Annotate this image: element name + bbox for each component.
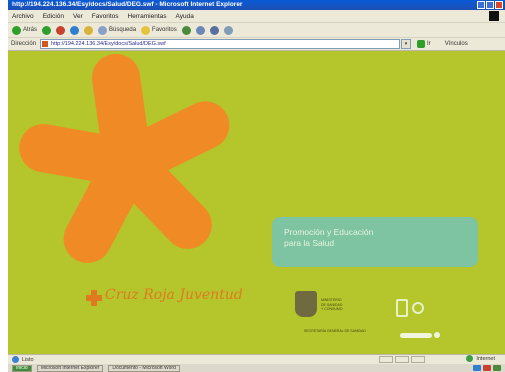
- status-bar: Listo Internet Inicio Microsoft Internet…: [8, 354, 505, 372]
- search-label: Búsqueda: [109, 27, 137, 33]
- edit-button[interactable]: [223, 25, 233, 35]
- volume-slider-track[interactable]: [400, 333, 432, 338]
- zone-text: Internet: [476, 355, 495, 362]
- window-title: http://194.224.136.34/Esy/docs/Salud/DEG…: [12, 1, 243, 8]
- favorites-star-icon: [141, 25, 151, 35]
- flash-content[interactable]: Promoción y Educación para la Salud Cruz…: [8, 51, 505, 354]
- menu-archivo[interactable]: Archivo: [12, 13, 34, 20]
- windows-logo-icon: [489, 11, 499, 21]
- go-label: Ir: [427, 41, 431, 47]
- phone-icon[interactable]: [396, 299, 408, 317]
- security-zone: Internet: [466, 355, 495, 362]
- favorites-label: Favoritos: [152, 27, 177, 33]
- status-left: Listo: [8, 356, 34, 363]
- menu-favoritos[interactable]: Favoritos: [92, 13, 119, 20]
- menu-ayuda[interactable]: Ayuda: [176, 13, 194, 20]
- menu-edicion[interactable]: Edición: [43, 13, 64, 20]
- back-arrow-icon: [12, 25, 21, 35]
- taskbar: Inicio Microsoft Internet Explorer Docum…: [8, 364, 505, 372]
- ministry-subtitle: SECRETARÍA GENERAL DE SANIDAD: [304, 329, 366, 333]
- promo-button[interactable]: Promoción y Educación para la Salud: [272, 217, 478, 267]
- globe-icon: [466, 355, 474, 362]
- refresh-button[interactable]: [70, 25, 80, 35]
- search-button[interactable]: Búsqueda: [98, 25, 137, 35]
- favorites-button[interactable]: Favoritos: [141, 25, 177, 35]
- standard-toolbar: Atrás Búsqueda Favoritos: [8, 22, 505, 37]
- orange-asterisk-graphic: [19, 53, 230, 263]
- search-icon: [98, 25, 108, 35]
- mail-button[interactable]: [195, 25, 205, 35]
- home-button[interactable]: [84, 25, 94, 35]
- stop-button[interactable]: [56, 25, 66, 35]
- maximize-button[interactable]: [486, 1, 494, 9]
- address-url: http://194.224.136.34/Esy/docs/Salud/DEG…: [51, 41, 166, 47]
- print-button[interactable]: [209, 25, 219, 35]
- go-button[interactable]: Ir: [417, 40, 431, 48]
- brand-logo-text: Cruz Roja Juventud: [105, 287, 243, 303]
- status-panes: [379, 356, 425, 363]
- ministry-name: MINISTERIO DE SANIDAD Y CONSUMO: [321, 298, 343, 311]
- address-label: Dirección: [11, 41, 37, 47]
- window-controls: [477, 1, 503, 9]
- back-label: Atrás: [23, 27, 38, 33]
- links-button[interactable]: Vínculos: [445, 41, 468, 47]
- menu-herramientas[interactable]: Herramientas: [128, 13, 167, 20]
- page-icon: [42, 41, 49, 47]
- go-arrow-icon: [417, 40, 426, 48]
- address-dropdown-button[interactable]: ▾: [401, 39, 412, 49]
- address-input[interactable]: http://194.224.136.34/Esy/docs/Salud/DEG…: [40, 39, 401, 49]
- back-button[interactable]: Atrás: [12, 25, 38, 35]
- close-button[interactable]: [495, 1, 503, 9]
- taskbar-item-word[interactable]: Documento - Microsoft Word: [108, 365, 180, 372]
- status-text: Listo: [22, 356, 34, 363]
- menu-ver[interactable]: Ver: [73, 13, 83, 20]
- address-bar: Dirección http://194.224.136.34/Esy/docs…: [8, 37, 505, 51]
- media-controls: [396, 299, 424, 317]
- promo-line-2: para la Salud: [284, 238, 335, 248]
- volume-slider-knob[interactable]: [434, 332, 440, 338]
- title-bar: http://194.224.136.34/Esy/docs/Salud/DEG…: [8, 0, 505, 10]
- history-button[interactable]: [181, 25, 191, 35]
- menu-bar: Archivo Edición Ver Favoritos Herramient…: [8, 10, 505, 22]
- ministry-emblem-icon: [295, 291, 317, 317]
- page-done-icon: [12, 356, 19, 363]
- forward-button[interactable]: [42, 25, 52, 35]
- promo-line-1: Promoción y Educación: [284, 227, 374, 237]
- system-tray: [473, 365, 501, 371]
- start-button[interactable]: Inicio: [12, 365, 32, 372]
- taskbar-item-ie[interactable]: Microsoft Internet Explorer: [36, 365, 104, 372]
- info-circle-icon[interactable]: [412, 302, 424, 314]
- minimize-button[interactable]: [477, 1, 485, 9]
- red-cross-icon: [86, 290, 102, 306]
